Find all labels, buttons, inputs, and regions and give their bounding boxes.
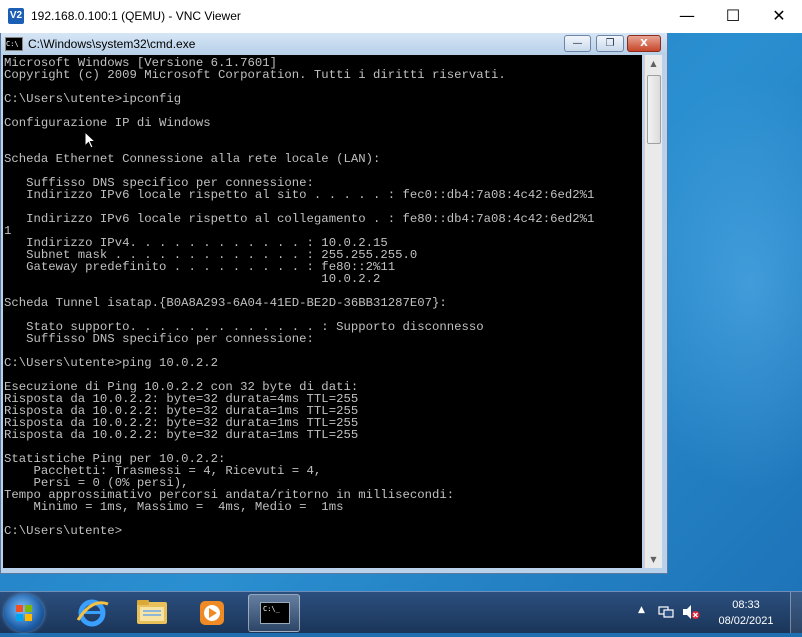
internet-explorer-icon [76, 599, 109, 627]
cmd-taskbar-label: C:\_ [263, 605, 280, 613]
taskbar-file-explorer[interactable] [126, 594, 178, 632]
cmd-maximize-button[interactable]: ❐ [596, 35, 624, 52]
vnc-titlebar[interactable]: V2 192.168.0.100:1 (QEMU) - VNC Viewer —… [0, 0, 802, 34]
cmd-close-button[interactable]: X [627, 35, 661, 52]
vnc-minimize-button[interactable]: — [664, 0, 710, 32]
cmd-minimize-button[interactable]: — [564, 35, 591, 52]
console-output[interactable]: Microsoft Windows [Versione 6.1.7601] Co… [3, 55, 642, 568]
volume-muted-icon[interactable] [682, 604, 700, 620]
scroll-down-arrow-icon[interactable]: ▼ [645, 551, 662, 568]
taskbar-cmd-active[interactable]: C:\_ [248, 594, 300, 632]
console-text: Microsoft Windows [Versione 6.1.7601] Co… [4, 56, 595, 538]
windows-logo-icon [16, 605, 32, 621]
taskbar[interactable]: C:\_ ▲ 08:33 08/02/2021 [0, 591, 802, 633]
guest-desktop[interactable]: C:\ C:\Windows\system32\cmd.exe — ❐ X Mi… [0, 33, 802, 591]
mouse-pointer-icon [84, 131, 96, 149]
scroll-up-arrow-icon[interactable]: ▲ [645, 55, 662, 72]
cmd-window-icon: C:\ [5, 37, 23, 51]
media-player-icon [200, 601, 224, 625]
show-desktop-button[interactable] [790, 592, 802, 633]
cmd-titlebar[interactable]: C:\ C:\Windows\system32\cmd.exe — ❐ X [1, 33, 667, 55]
console-scrollbar[interactable]: ▲ ▼ [644, 55, 662, 568]
scrollbar-thumb[interactable] [647, 75, 661, 144]
network-icon[interactable] [658, 604, 674, 620]
clock-date[interactable]: 08/02/2021 [711, 615, 781, 627]
cmd-window[interactable]: C:\ C:\Windows\system32\cmd.exe — ❐ X Mi… [0, 33, 668, 574]
folder-icon [137, 600, 167, 624]
taskbar-internet-explorer[interactable] [66, 594, 118, 632]
tray-show-hidden-icon[interactable]: ▲ [638, 605, 645, 615]
vnc-maximize-button[interactable]: ☐ [710, 0, 756, 32]
cmd-taskbar-icon: C:\_ [260, 602, 290, 624]
vnc-window-title: 192.168.0.100:1 (QEMU) - VNC Viewer [31, 9, 241, 23]
clock-time[interactable]: 08:33 [711, 599, 781, 611]
cmd-window-title: C:\Windows\system32\cmd.exe [28, 37, 196, 51]
start-button[interactable] [4, 594, 44, 632]
taskbar-media-player[interactable] [186, 594, 238, 632]
vnc-app-icon: V2 [8, 8, 24, 24]
vnc-close-button[interactable]: ✕ [756, 0, 802, 32]
